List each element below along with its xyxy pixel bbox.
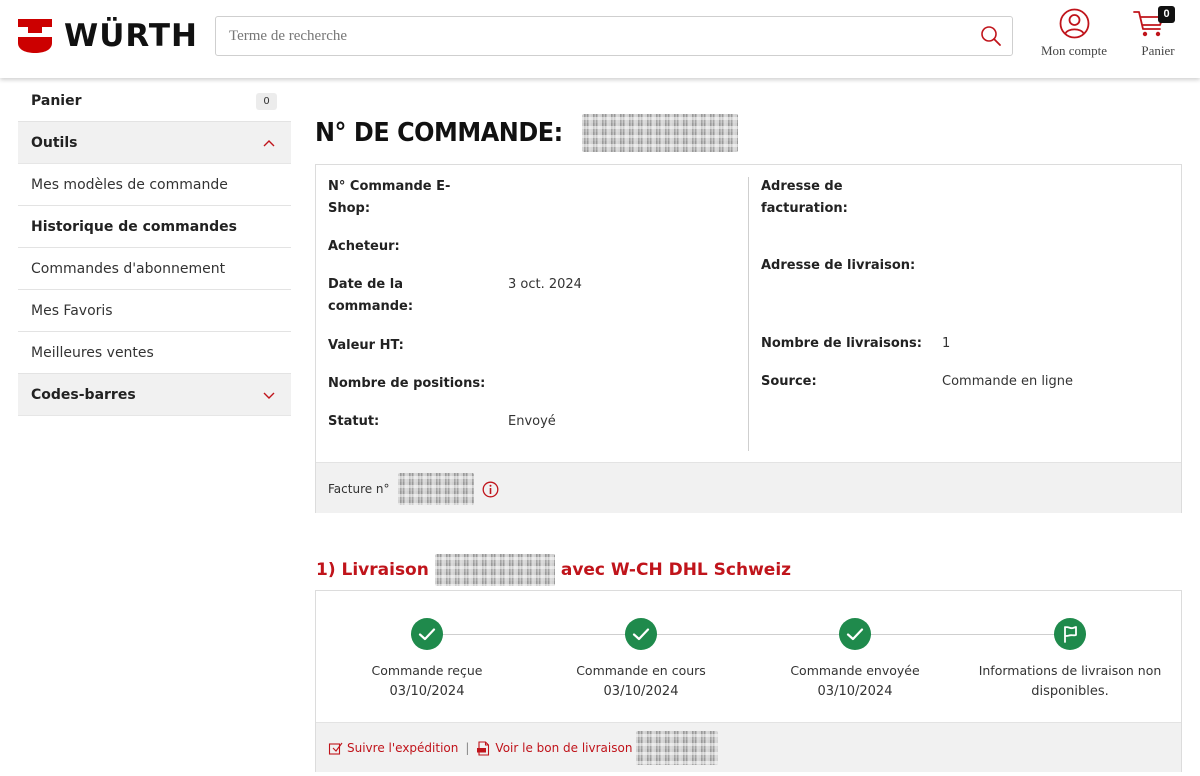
step-status-circle — [625, 618, 657, 650]
order-date-label: Date de la — [328, 277, 403, 292]
pdf-icon — [477, 740, 490, 756]
sidebar-item-label: Historique de commandes — [31, 219, 237, 235]
step-label: Commande en cours — [576, 663, 706, 678]
account-button[interactable]: Mon compte — [1034, 6, 1114, 66]
user-icon — [1059, 8, 1090, 39]
invoice-bar: Facture n° — [316, 462, 1181, 513]
step-label: Informations de livraison non — [978, 663, 1162, 678]
check-icon — [632, 628, 650, 641]
sidebar-item-label: Commandes d'abonnement — [31, 261, 226, 277]
invoice-info: Facture n° — [328, 473, 499, 505]
sidebar-item-label: Panier — [31, 93, 82, 109]
delivery-links: Suivre l'expédition | Voir le bon de liv… — [328, 731, 719, 765]
step-date: 03/10/2024 — [603, 684, 679, 699]
buyer-label: Acheteur: — [328, 239, 400, 254]
status-label: Statut: — [328, 414, 380, 429]
order-date-label-2: commande: — [328, 299, 414, 314]
column-divider — [748, 177, 749, 451]
source-value: Commande en ligne — [942, 374, 1074, 389]
tracking-icon — [328, 742, 343, 755]
chevron-up-icon — [263, 140, 275, 147]
billing-address-label: Adresse de — [761, 179, 843, 194]
source-label: Source: — [761, 374, 817, 389]
deliveries-count-value: 1 — [942, 336, 951, 351]
eshop-order-label-2: Shop: — [328, 201, 371, 216]
sidebar-item-label: Mes modèles de commande — [31, 177, 228, 193]
wurth-logo-icon — [18, 19, 52, 53]
sidebar-item-historique[interactable]: Historique de commandes — [18, 206, 291, 248]
cart-button[interactable]: 0 Panier — [1130, 6, 1186, 66]
sidebar-item-favoris[interactable]: Mes Favoris — [18, 290, 291, 332]
redacted-invoice-number[interactable] — [397, 473, 474, 505]
delivery-title-suffix: avec W-CH DHL Schweiz — [560, 560, 792, 580]
redacted-order-number — [582, 114, 739, 152]
step-label: Commande envoyée — [790, 663, 920, 678]
cart-count-badge: 0 — [1158, 6, 1175, 23]
order-details-card: N° Commande E- Shop: Acheteur: Date de l… — [315, 164, 1182, 513]
chevron-down-icon — [263, 392, 275, 399]
positions-label: Nombre de positions: — [328, 376, 486, 391]
sidebar-item-modeles[interactable]: Mes modèles de commande — [18, 164, 291, 206]
tracking-step-in-progress: Commande en cours 03/10/2024 — [534, 618, 748, 702]
search-bar — [215, 16, 1013, 56]
delivery-actions-bar: Suivre l'expédition | Voir le bon de liv… — [316, 722, 1181, 772]
panier-count-badge: 0 — [256, 93, 277, 110]
delivery-note-label: Voir le bon de livraison — [495, 741, 633, 755]
shipping-address-label: Adresse de livraison: — [761, 258, 916, 273]
step-status-circle — [839, 618, 871, 650]
search-icon[interactable] — [980, 25, 1002, 47]
info-icon[interactable] — [482, 481, 499, 498]
site-header: WÜRTH Mon compte 0 Panier — [0, 0, 1200, 78]
delivery-title-prefix: 1) Livraison — [316, 560, 429, 580]
sidebar-section-label: Codes-barres — [31, 387, 136, 403]
delivery-tracking-card: Commande reçue 03/10/2024 Commande en co… — [315, 590, 1182, 772]
logo-text: WÜRTH — [64, 18, 198, 54]
billing-address-label-2: facturation: — [761, 201, 848, 216]
sidebar-item-label: Mes Favoris — [31, 303, 113, 319]
track-shipment-link[interactable]: Suivre l'expédition — [328, 741, 458, 756]
invoice-label: Facture n° — [328, 482, 390, 496]
step-date: 03/10/2024 — [817, 684, 893, 699]
sidebar: Panier 0 Outils Mes modèles de commande … — [18, 81, 291, 416]
link-separator: | — [465, 741, 470, 755]
sidebar-item-meilleures-ventes[interactable]: Meilleures ventes — [18, 332, 291, 374]
redacted-delivery-number — [434, 554, 555, 586]
status-value: Envoyé — [508, 414, 556, 429]
wurth-logo[interactable]: WÜRTH — [16, 16, 198, 56]
deliveries-count-label: Nombre de livraisons: — [761, 336, 922, 351]
redacted-delivery-note-number — [636, 731, 719, 765]
cart-label: Panier — [1141, 43, 1175, 58]
check-icon — [418, 628, 436, 641]
sidebar-section-label: Outils — [31, 135, 78, 151]
eshop-order-label: N° Commande E- — [328, 179, 451, 194]
flag-icon — [1064, 626, 1077, 643]
track-shipment-label: Suivre l'expédition — [347, 741, 459, 755]
step-status-circle — [411, 618, 443, 650]
net-value-label: Valeur HT: — [328, 338, 404, 353]
step-date: 03/10/2024 — [389, 684, 465, 699]
check-icon — [846, 628, 864, 641]
search-input[interactable] — [216, 17, 956, 55]
sidebar-item-label: Meilleures ventes — [31, 345, 154, 361]
sidebar-item-panier[interactable]: Panier 0 — [18, 81, 291, 122]
page-title: N° DE COMMANDE: — [315, 113, 739, 153]
tracking-step-delivery-info: Informations de livraison non disponible… — [963, 618, 1177, 702]
step-label: Commande reçue — [371, 663, 483, 678]
sidebar-section-outils[interactable]: Outils — [18, 122, 291, 164]
sidebar-section-codes-barres[interactable]: Codes-barres — [18, 374, 291, 416]
sidebar-item-abonnement[interactable]: Commandes d'abonnement — [18, 248, 291, 290]
step-status-circle — [1054, 618, 1086, 650]
order-number-title: N° DE COMMANDE: — [315, 118, 563, 148]
tracking-step-received: Commande reçue 03/10/2024 — [320, 618, 534, 702]
order-date-value: 3 oct. 2024 — [508, 277, 582, 292]
delivery-note-link[interactable]: Voir le bon de livraison — [476, 740, 633, 756]
account-label: Mon compte — [1040, 43, 1108, 58]
delivery-title: 1) Livraison avec W-CH DHL Schweiz — [316, 553, 791, 587]
step-date: disponibles. — [1031, 684, 1109, 699]
tracking-step-sent: Commande envoyée 03/10/2024 — [748, 618, 962, 702]
